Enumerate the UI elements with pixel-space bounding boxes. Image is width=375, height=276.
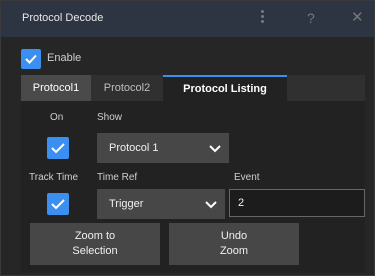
chevron-down-icon — [205, 201, 217, 209]
undo-button-line1: Undo — [220, 230, 248, 242]
kebab-menu-icon[interactable] — [260, 10, 266, 25]
zoom-button-line2: Selection — [72, 245, 118, 257]
checkmark-icon — [25, 54, 37, 64]
enable-label: Enable — [47, 52, 82, 64]
undo-button-line2: Zoom — [219, 245, 249, 257]
show-select-value: Protocol 1 — [109, 142, 159, 154]
event-label: Event — [234, 172, 260, 183]
on-checkbox[interactable] — [47, 137, 69, 159]
close-icon[interactable]: ✕ — [351, 10, 364, 26]
tab-bar: Protocol1 Protocol2 Protocol Listing — [21, 75, 365, 101]
help-icon[interactable]: ? — [307, 10, 315, 26]
zoom-to-selection-button[interactable]: Zoom to Selection — [30, 223, 160, 265]
chevron-down-icon — [209, 145, 221, 153]
title-bar[interactable]: Protocol Decode ? ✕ — [1, 1, 374, 37]
checkmark-icon — [51, 199, 65, 210]
on-label: On — [50, 112, 64, 123]
zoom-button-line1: Zoom to — [74, 230, 116, 242]
time-ref-label: Time Ref — [97, 172, 138, 183]
time-ref-select-value: Trigger — [109, 198, 144, 210]
time-ref-select[interactable]: Trigger — [97, 189, 225, 219]
protocol-decode-dialog: Protocol Decode ? ✕ Enable Protocol1 Pro… — [0, 0, 375, 276]
track-time-label: Track Time — [29, 172, 79, 183]
undo-zoom-button[interactable]: Undo Zoom — [169, 223, 299, 265]
tab-protocol-listing[interactable]: Protocol Listing — [163, 75, 287, 101]
tab-protocol2[interactable]: Protocol2 — [91, 75, 163, 101]
show-select[interactable]: Protocol 1 — [97, 133, 229, 163]
event-input-value: 2 — [238, 197, 245, 209]
tab-protocol1[interactable]: Protocol1 — [21, 75, 91, 101]
window-title: Protocol Decode — [22, 12, 104, 24]
enable-checkbox[interactable] — [21, 49, 41, 69]
event-input[interactable]: 2 — [229, 189, 365, 217]
track-time-checkbox[interactable] — [47, 193, 69, 215]
checkmark-icon — [51, 143, 65, 154]
show-label: Show — [97, 112, 123, 123]
